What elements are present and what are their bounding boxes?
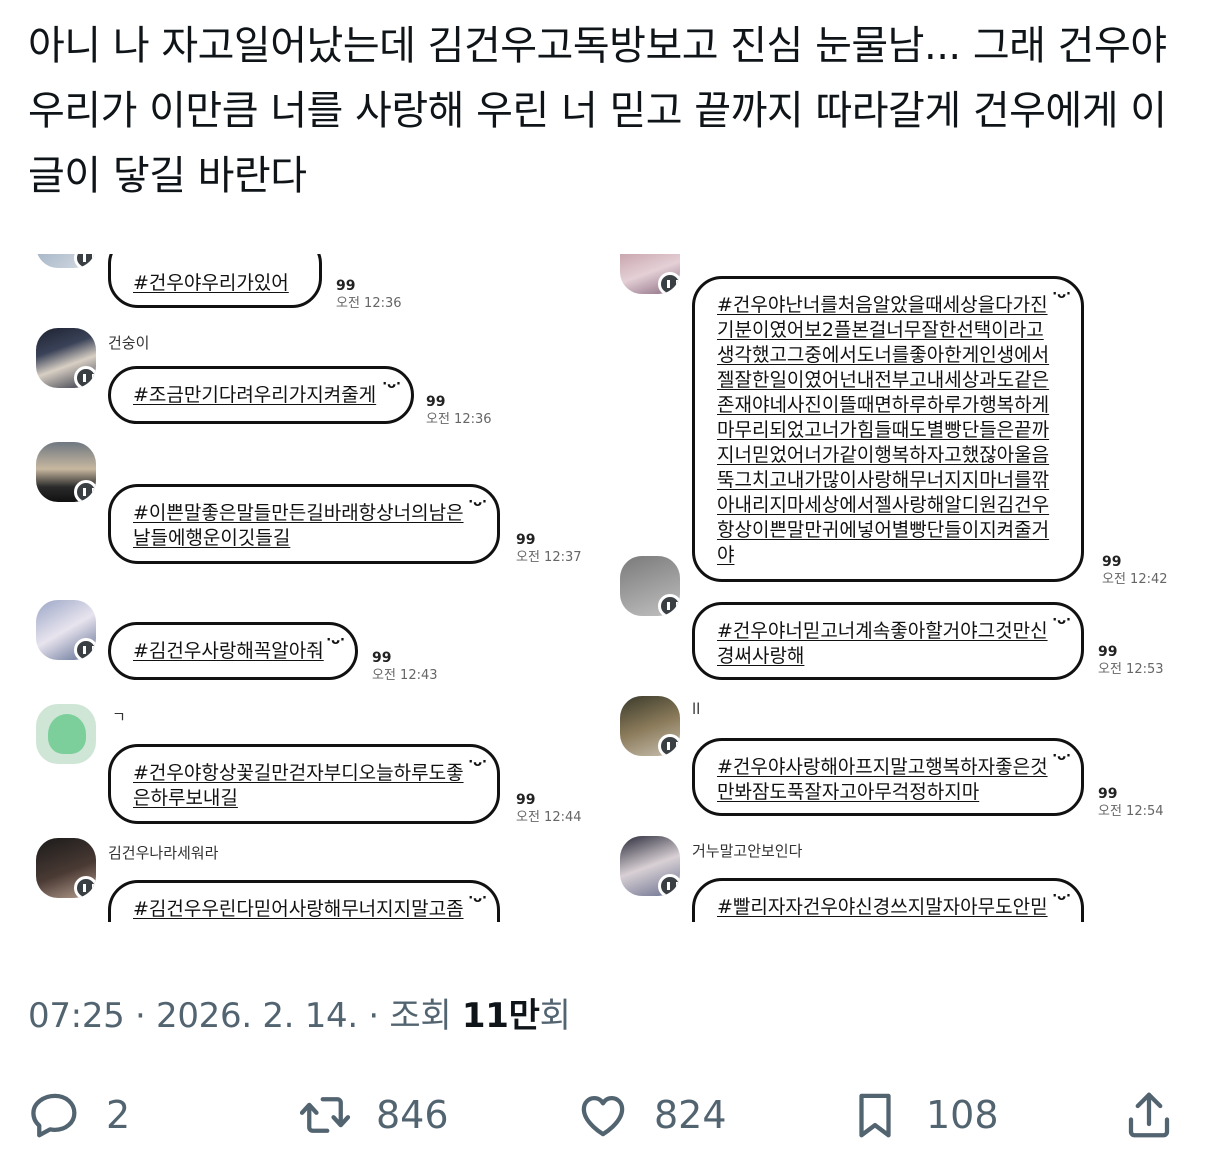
chat-bubble: ·ᴗ· #이쁜말좋은말들만든길바래항상너의남은날들에행운이깃들길 bbox=[108, 484, 500, 564]
avatar bbox=[36, 600, 96, 660]
message-meta: 99 오전 12:43 bbox=[372, 650, 438, 683]
reply-icon bbox=[31, 1093, 77, 1138]
chat-bubble: #건우야우리가있어 bbox=[108, 254, 322, 308]
reply-button[interactable]: 2 bbox=[28, 1080, 130, 1150]
chat-bubble: ·ᴗ· #건우야항상꽃길만걷자부디오늘하루도좋은하루보내길 bbox=[108, 744, 500, 824]
chat-message: ·ᴗ· #김건우사랑해꼭알아줘 99 오전 12:43 bbox=[28, 600, 588, 700]
chat-message: ll ·ᴗ· #건우야사랑해아프지말고행복하자좋은것만봐잠도푹잘자고아무걱정하지… bbox=[618, 694, 1178, 824]
message-meta: 99 오전 12:53 bbox=[1098, 644, 1164, 677]
chat-message: ·ᴗ· #이쁜말좋은말들만든길바래항상너의남은날들에행운이깃들길 99 오전 1… bbox=[28, 440, 608, 570]
chat-bubble: ·ᴗ· #건우야난너를처음알았을때세상을다가진기분이였어보2플본걸너무잘한선택이… bbox=[692, 276, 1084, 582]
bookmark-count: 108 bbox=[926, 1093, 999, 1137]
bookmark-button[interactable]: 108 bbox=[848, 1080, 999, 1150]
chat-message: 건숭이 ·ᴗ· #조금만기다려우리가지켜줄게 99 오전 12:36 bbox=[28, 324, 588, 434]
avatar bbox=[36, 838, 96, 898]
like-count: 824 bbox=[654, 1093, 727, 1137]
message-meta: 99 오전 12:36 bbox=[426, 394, 492, 427]
action-bar: 2 846 824 108 bbox=[0, 1080, 1206, 1150]
timestamp-text: 07:25 · 2026. 2. 14. · 조회 bbox=[28, 996, 462, 1036]
retweet-count: 846 bbox=[376, 1093, 449, 1137]
avatar bbox=[36, 328, 96, 388]
share-button[interactable] bbox=[1122, 1080, 1176, 1150]
chat-message: #건우야우리가있어 99 오전 12:36 bbox=[28, 254, 588, 314]
avatar bbox=[620, 254, 680, 294]
avatar bbox=[36, 442, 96, 502]
chat-message: ·ᴗ· #건우야너믿고너계속좋아할거야그것만신경써사랑해 99 오전 12:53 bbox=[618, 556, 1178, 700]
message-meta: 99 오전 12:54 bbox=[1098, 786, 1164, 819]
avatar bbox=[36, 254, 96, 268]
chat-message: ㄱ ·ᴗ· #건우야항상꽃길만걷자부디오늘하루도좋은하루보내길 99 오전 12… bbox=[28, 700, 608, 830]
share-icon bbox=[1128, 1092, 1170, 1138]
sender-name: ㄱ bbox=[112, 708, 126, 726]
message-meta: 99 오전 12:36 bbox=[336, 278, 402, 311]
retweet-icon bbox=[299, 1097, 351, 1133]
sender-name: ll bbox=[692, 700, 701, 718]
chat-bubble: ·ᴗ· #김건우우린다믿어사랑해무너지지말고좀 bbox=[108, 880, 500, 922]
avatar bbox=[36, 704, 96, 764]
message-meta: 99 오전 12:42 bbox=[1102, 554, 1168, 587]
chat-message: ·ᴗ· #건우야난너를처음알았을때세상을다가진기분이였어보2플본걸너무잘한선택이… bbox=[618, 254, 1178, 594]
chat-bubble: ·ᴗ· #빨리자자건우야신경쓰지말자아무도안믿 bbox=[692, 878, 1084, 922]
bookmark-icon bbox=[859, 1093, 891, 1138]
view-count: 11만 bbox=[461, 996, 540, 1036]
tweet-media-image[interactable]: #건우야우리가있어 99 오전 12:36 건숭이 ·ᴗ· #조금만기다려우리가… bbox=[28, 254, 1178, 922]
message-meta: 99 오전 12:44 bbox=[516, 792, 582, 825]
like-button[interactable]: 824 bbox=[576, 1080, 727, 1150]
chat-bubble: ·ᴗ· #김건우사랑해꼭알아줘 bbox=[108, 622, 358, 680]
chat-message: 김건우나라세워라 ·ᴗ· #김건우우린다믿어사랑해무너지지말고좀 bbox=[28, 836, 608, 922]
message-meta: 99 오전 12:37 bbox=[516, 532, 582, 565]
avatar bbox=[620, 556, 680, 616]
chat-bubble: ·ᴗ· #건우야사랑해아프지말고행복하자좋은것만봐잠도푹잘자고아무걱정하지마 bbox=[692, 738, 1084, 816]
avatar bbox=[620, 696, 680, 756]
tweet-timestamp[interactable]: 07:25 · 2026. 2. 14. · 조회 11만회 bbox=[28, 988, 571, 1037]
reply-count: 2 bbox=[106, 1093, 131, 1137]
sender-name: 건숭이 bbox=[108, 334, 150, 352]
like-icon bbox=[581, 1095, 625, 1137]
view-suffix: 회 bbox=[539, 996, 571, 1036]
chat-bubble: ·ᴗ· #건우야너믿고너계속좋아할거야그것만신경써사랑해 bbox=[692, 602, 1084, 680]
retweet-button[interactable]: 846 bbox=[298, 1080, 449, 1150]
tweet-text: 아니 나 자고일어났는데 김건우고독방보고 진심 눈물남... 그래 건우야 우… bbox=[28, 23, 1167, 199]
sender-name: 김건우나라세워라 bbox=[108, 844, 219, 862]
avatar bbox=[620, 836, 680, 896]
sender-name: 거누말고안보인다 bbox=[692, 842, 803, 860]
chat-message: 거누말고안보인다 ·ᴗ· #빨리자자건우야신경쓰지말자아무도안믿 bbox=[618, 834, 1178, 922]
chat-bubble: ·ᴗ· #조금만기다려우리가지켜줄게 bbox=[108, 366, 414, 424]
